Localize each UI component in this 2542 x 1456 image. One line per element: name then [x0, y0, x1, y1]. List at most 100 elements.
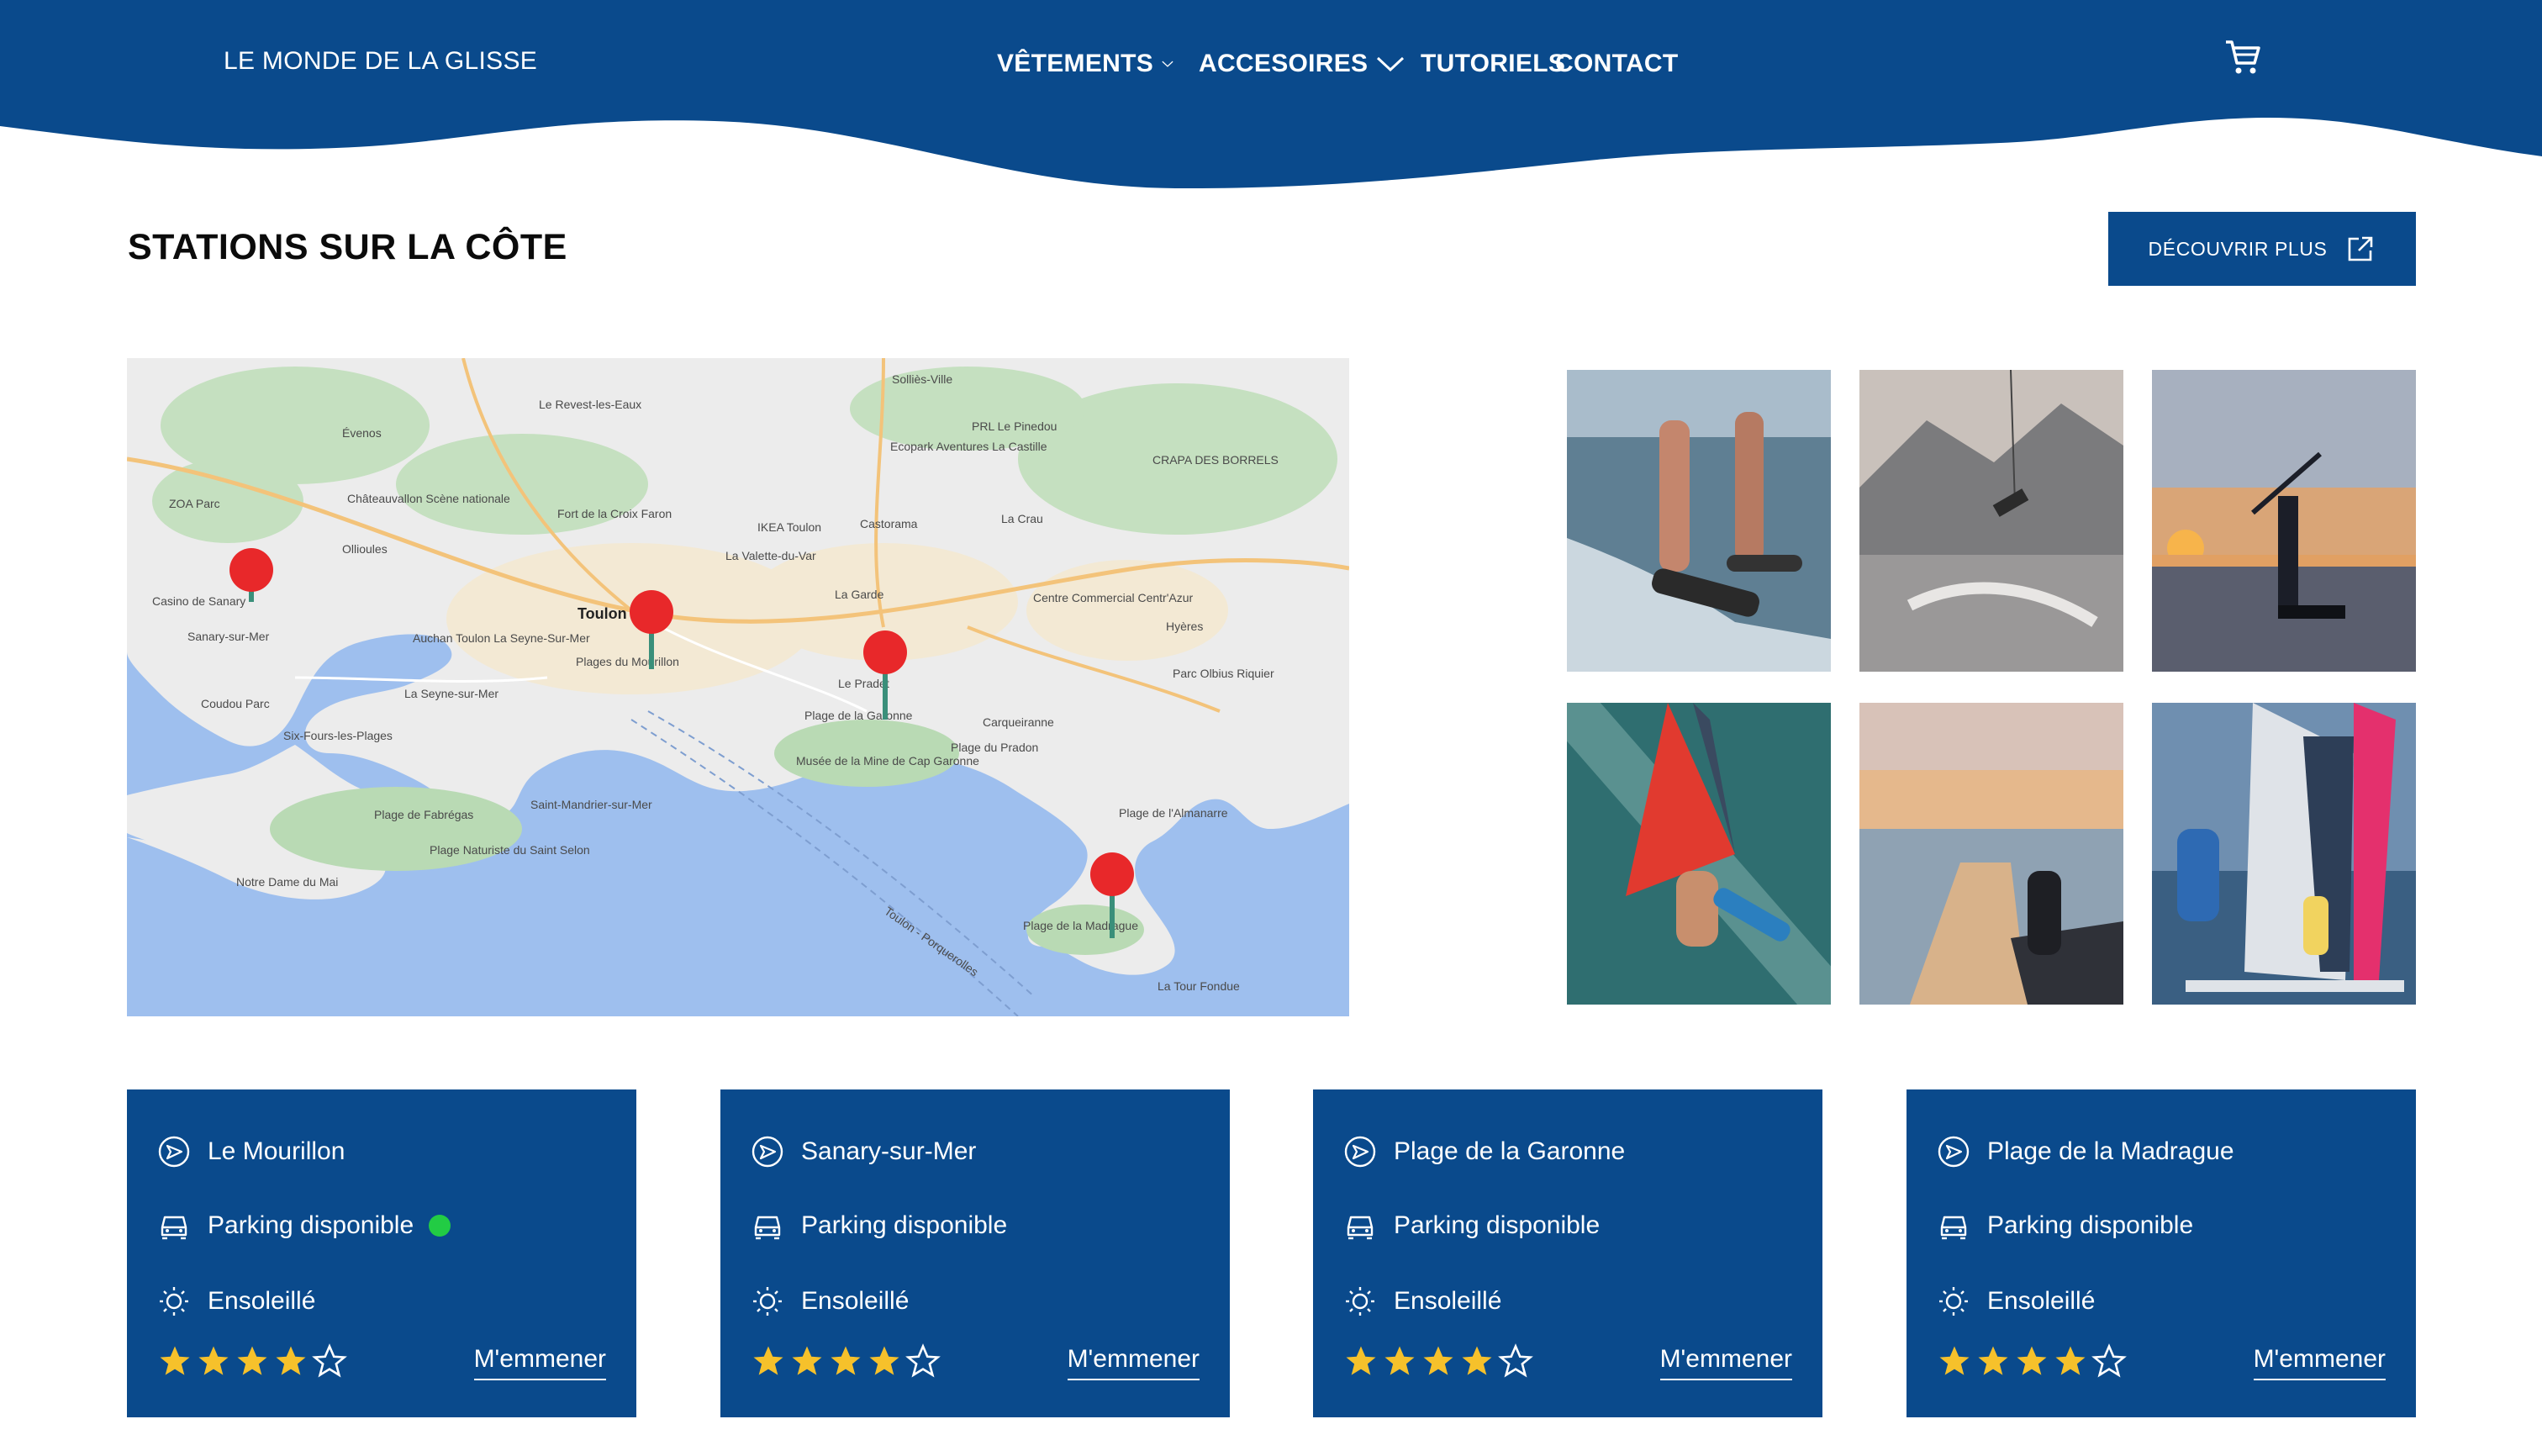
map-label: Sanary-sur-Mer: [187, 630, 270, 643]
sun-icon: [1346, 1287, 1374, 1316]
car-icon: [1940, 1216, 1967, 1240]
take-me-link[interactable]: M'emmener: [1659, 1345, 1792, 1380]
brand-logo-text[interactable]: LE MONDE DE LA GLISSE: [224, 47, 537, 81]
weather-status: Ensoleillé: [1987, 1287, 2096, 1315]
map-label: La Valette-du-Var: [725, 549, 816, 562]
wakeboard-photo[interactable]: [1567, 370, 1831, 672]
navigation-icon: [158, 1136, 190, 1168]
map-label: IKEA Toulon: [757, 520, 821, 534]
nav-item-contact[interactable]: CONTACT: [1555, 44, 1679, 84]
map-label: Le Pradet: [838, 677, 889, 690]
map-label: La Crau: [1001, 512, 1043, 525]
map-label: Auchan Toulon La Seyne-Sur-Mer: [413, 631, 590, 645]
parking-row: Parking disponible: [157, 1209, 451, 1242]
sun-icon: [1939, 1287, 1968, 1316]
map-label: La Tour Fondue: [1158, 979, 1240, 993]
star-filled-icon: [869, 1346, 899, 1375]
station-place-row: Plage de la Garonne: [1343, 1135, 1625, 1168]
station-place-row: Sanary-sur-Mer: [751, 1135, 976, 1168]
star-empty-icon: [1498, 1343, 1533, 1378]
map-label: Plage de l'Almanarre: [1119, 806, 1228, 820]
map-label: Plage du Pradon: [951, 741, 1038, 754]
navigation-icon: [752, 1136, 783, 1168]
parking-row: Parking disponible: [751, 1209, 1007, 1242]
map-label: La Garde: [835, 588, 884, 601]
map-label: Hyères: [1166, 620, 1203, 633]
map-label: Saint-Mandrier-sur-Mer: [530, 798, 652, 811]
rating-stars: [751, 1343, 941, 1379]
rating-stars: [1343, 1343, 1533, 1379]
star-filled-icon: [2017, 1346, 2047, 1375]
map-label: Solliès-Ville: [892, 372, 952, 386]
station-name: Le Mourillon: [208, 1137, 345, 1165]
map-label: Coudou Parc: [201, 697, 270, 710]
station-card: Plage de la Garonne Parking disponible E…: [1313, 1089, 1822, 1417]
star-filled-icon: [276, 1346, 306, 1375]
paddle-sunset-photo[interactable]: [2152, 370, 2416, 672]
wakeboard-jump-photo[interactable]: [1859, 370, 2123, 672]
star-filled-icon: [1423, 1346, 1453, 1375]
map-label: Châteauvallon Scène nationale: [347, 492, 510, 505]
map-label: Castorama: [860, 517, 918, 530]
chevron-down-icon: [1162, 61, 1173, 67]
car-icon: [161, 1216, 187, 1240]
map-label: Le Revest-les-Eaux: [539, 398, 641, 411]
map-label: Fort de la Croix Faron: [557, 507, 672, 520]
take-me-link[interactable]: M'emmener: [473, 1345, 606, 1380]
map-label: PRL Le Pinedou: [972, 419, 1057, 433]
parking-status: Parking disponible: [1394, 1211, 1601, 1239]
site-header: LE MONDE DE LA GLISSE VÊTEMENTS ACCESOIR…: [0, 0, 2542, 202]
stations-map[interactable]: Solliès-Ville Le Revest-les-Eaux PRL Le …: [127, 358, 1349, 1016]
star-filled-icon: [1939, 1346, 1970, 1375]
star-filled-icon: [1384, 1346, 1415, 1375]
star-empty-icon: [905, 1343, 941, 1378]
star-filled-icon: [1346, 1346, 1376, 1375]
weather-status: Ensoleillé: [208, 1287, 316, 1315]
station-card: Le Mourillon Parking disponible Ensoleil…: [127, 1089, 636, 1417]
map-label: Parc Olbius Riquier: [1173, 667, 1274, 680]
discover-more-label: DÉCOUVRIR PLUS: [2148, 237, 2328, 260]
map-label: Ecopark Aventures La Castille: [890, 440, 1047, 453]
section-title: STATIONS SUR LA CÔTE: [128, 227, 567, 267]
header-wave-background: [0, 0, 2542, 189]
nav-item-tutoriels[interactable]: TUTORIELS: [1421, 44, 1565, 84]
navigation-icon: [1938, 1136, 1970, 1168]
nav-item-accesoires[interactable]: ACCESOIRES: [1199, 44, 1421, 84]
take-me-link[interactable]: M'emmener: [2253, 1345, 2386, 1380]
external-link-icon: [2349, 236, 2373, 261]
map-label: CRAPA DES BORRELS: [1152, 453, 1279, 467]
car-icon: [1347, 1216, 1374, 1240]
discover-more-button[interactable]: DÉCOUVRIR PLUS: [2108, 212, 2416, 286]
station-name: Plage de la Garonne: [1394, 1137, 1626, 1165]
parking-available-dot: [429, 1215, 451, 1237]
map-label: Casino de Sanary: [152, 594, 245, 608]
parking-row: Parking disponible: [1343, 1209, 1600, 1242]
shopping-cart-icon[interactable]: [2223, 37, 2263, 77]
parking-status: Parking disponible: [1987, 1211, 2194, 1239]
windsurf-kids-photo[interactable]: [2152, 703, 2416, 1005]
map-label: Six-Fours-les-Plages: [283, 729, 393, 742]
sun-icon: [160, 1287, 188, 1316]
chevron-down-icon: [1377, 56, 1405, 72]
station-card: Sanary-sur-Mer Parking disponible Ensole…: [720, 1089, 1230, 1417]
station-place-row: Le Mourillon: [157, 1135, 345, 1168]
station-place-row: Plage de la Madrague: [1937, 1135, 2234, 1168]
star-empty-icon: [2091, 1343, 2127, 1378]
take-me-link[interactable]: M'emmener: [1067, 1345, 1200, 1380]
windsurf-photo[interactable]: [1567, 703, 1831, 1005]
weather-row: Ensoleillé: [751, 1285, 909, 1318]
station-name: Plage de la Madrague: [1987, 1137, 2234, 1165]
main-nav: VÊTEMENTS ACCESOIRES TUTORIELS CONTACT: [997, 44, 1679, 84]
map-label: Musée de la Mine de Cap Garonne: [796, 754, 979, 768]
map-label: Toulon: [577, 605, 627, 622]
map-label: Plage de la Garonne: [804, 709, 913, 722]
paddle-board-photo[interactable]: [1859, 703, 2123, 1005]
weather-row: Ensoleillé: [1937, 1285, 2095, 1318]
star-filled-icon: [1978, 1346, 2008, 1375]
parking-status: Parking disponible: [208, 1211, 414, 1239]
nav-item-vetements[interactable]: VÊTEMENTS: [997, 44, 1173, 84]
photo-gallery: [1567, 370, 2416, 1005]
navigation-icon: [1344, 1136, 1376, 1168]
star-filled-icon: [753, 1346, 783, 1375]
map-label: Ollioules: [342, 542, 388, 556]
